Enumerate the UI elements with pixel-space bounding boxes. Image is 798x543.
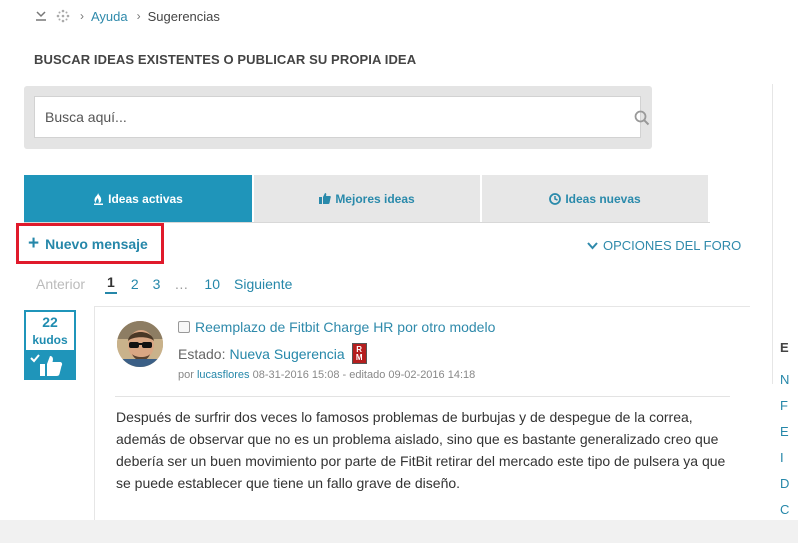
- search-container: [24, 86, 652, 149]
- search-input[interactable]: [34, 96, 641, 138]
- right-sidebar-clipped: E N F E I D C: [780, 340, 798, 523]
- pagination-ellipsis: …: [174, 276, 189, 292]
- sidebar-item[interactable]: I: [780, 445, 798, 471]
- sidebar-item[interactable]: D: [780, 471, 798, 497]
- post-body: Después de surfrir dos veces lo famosos …: [116, 409, 726, 491]
- new-message-label: Nuevo mensaje: [45, 235, 148, 252]
- pagination-prev: Anterior: [36, 276, 86, 292]
- tab-ideas-activas[interactable]: Ideas activas: [24, 175, 252, 222]
- breadcrumb-link-ayuda[interactable]: Ayuda: [91, 9, 128, 24]
- tab-label: Ideas nuevas: [565, 191, 641, 206]
- breadcrumb-current: Sugerencias: [147, 8, 220, 24]
- clock-icon: [549, 192, 562, 205]
- kudos-count: 22: [42, 314, 58, 330]
- select-checkbox[interactable]: [178, 321, 190, 333]
- pagination: Anterior 1 2 3 … 10 Siguiente: [36, 274, 292, 294]
- give-kudos-button[interactable]: [26, 350, 74, 378]
- bottom-strip: [0, 520, 798, 543]
- tab-label: Mejores ideas: [335, 191, 415, 206]
- pagination-page-2[interactable]: 2: [131, 276, 139, 292]
- pagination-page-10[interactable]: 10: [204, 276, 220, 292]
- rank-badge-bottom: M: [355, 352, 363, 362]
- post-meta: por lucasflores 08-31-2016 15:08 - edita…: [178, 369, 475, 381]
- status-row: Estado: Nueva Sugerencia R M: [178, 343, 367, 364]
- chevron-right-icon: ›: [136, 9, 141, 23]
- post-date: 08-31-2016 15:08: [252, 369, 340, 381]
- collapse-icon[interactable]: [34, 9, 48, 23]
- tab-mejores-ideas[interactable]: Mejores ideas: [254, 175, 480, 222]
- right-divider: [772, 84, 773, 384]
- plus-icon: +: [28, 233, 40, 254]
- flame-icon: [93, 192, 104, 205]
- kudos-label: kudos: [32, 333, 68, 347]
- search-icon[interactable]: [634, 110, 650, 126]
- forum-options-dropdown[interactable]: OPCIONES DEL FORO: [587, 238, 741, 253]
- forum-options-label: OPCIONES DEL FORO: [603, 238, 742, 253]
- meta-prefix: por: [178, 369, 194, 381]
- breadcrumb: › Ayuda › Sugerencias: [34, 6, 220, 26]
- post-edited: - editado 09-02-2016 14:18: [342, 369, 476, 381]
- status-value-link[interactable]: Nueva Sugerencia: [229, 346, 344, 362]
- post-divider: [115, 396, 730, 397]
- sidebar-item[interactable]: F: [780, 393, 798, 419]
- sidebar-item[interactable]: E: [780, 419, 798, 445]
- tab-label: Ideas activas: [108, 191, 183, 206]
- sidebar-item[interactable]: N: [780, 367, 798, 393]
- thumbs-up-icon: [319, 193, 332, 204]
- idea-post: Reemplazo de Fitbit Charge HR por otro m…: [94, 306, 750, 543]
- thumbs-up-check-icon: [30, 354, 63, 376]
- idea-tabs: Ideas activas Mejores ideas Ideas nuevas: [24, 175, 710, 223]
- pagination-page-3[interactable]: 3: [153, 276, 161, 292]
- pagination-page-1: 1: [105, 274, 117, 294]
- chevron-right-icon: ›: [80, 9, 84, 23]
- post-title-row: Reemplazo de Fitbit Charge HR por otro m…: [178, 319, 495, 335]
- chevron-down-icon: [587, 241, 598, 250]
- page-title: BUSCAR IDEAS EXISTENTES O PUBLICAR SU PR…: [34, 52, 417, 67]
- new-message-button[interactable]: + Nuevo mensaje: [16, 223, 164, 264]
- author-link[interactable]: lucasflores: [197, 369, 250, 381]
- tab-ideas-nuevas[interactable]: Ideas nuevas: [482, 175, 708, 222]
- community-icon[interactable]: [56, 9, 70, 23]
- sidebar-heading: E: [780, 340, 789, 355]
- rank-badge: R M: [351, 343, 367, 364]
- status-label: Estado:: [178, 345, 226, 362]
- kudos-box: 22 kudos: [24, 310, 76, 380]
- avatar[interactable]: [117, 321, 163, 367]
- post-title-link[interactable]: Reemplazo de Fitbit Charge HR por otro m…: [195, 319, 495, 335]
- pagination-next[interactable]: Siguiente: [234, 276, 292, 292]
